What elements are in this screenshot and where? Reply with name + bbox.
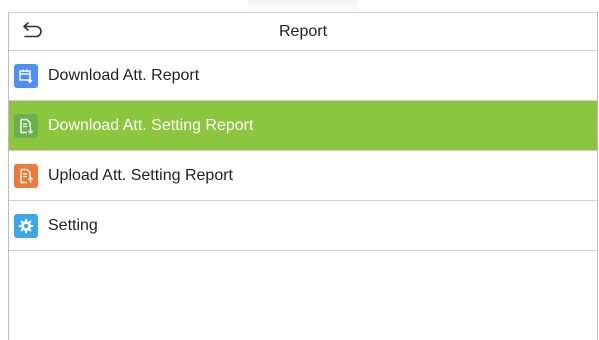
menu-item-download-att-setting-report[interactable]: Download Att. Setting Report	[9, 101, 597, 151]
menu-item-upload-att-setting-report[interactable]: Upload Att. Setting Report	[9, 151, 597, 201]
title-bar: Report	[9, 13, 597, 51]
menu-item-label: Download Att. Report	[48, 66, 200, 84]
menu-item-label: Download Att. Setting Report	[48, 116, 254, 134]
calendar-download-icon	[14, 63, 38, 88]
top-strip	[0, 0, 599, 12]
menu-item-label: Setting	[48, 216, 98, 234]
report-menu: Download Att. Report Download Att. Setti…	[9, 51, 597, 251]
document-download-icon	[14, 113, 38, 138]
menu-item-download-att-report[interactable]: Download Att. Report	[9, 51, 597, 101]
back-button[interactable]	[19, 19, 47, 45]
top-shade	[248, 0, 358, 12]
gear-icon	[14, 213, 38, 238]
menu-item-setting[interactable]: Setting	[9, 201, 597, 251]
back-arrow-icon	[21, 20, 45, 45]
report-screen: Report Download Att. Report Download Att…	[8, 12, 598, 340]
menu-item-label: Upload Att. Setting Report	[48, 166, 233, 184]
page-title: Report	[278, 23, 328, 40]
document-upload-icon	[14, 163, 38, 188]
